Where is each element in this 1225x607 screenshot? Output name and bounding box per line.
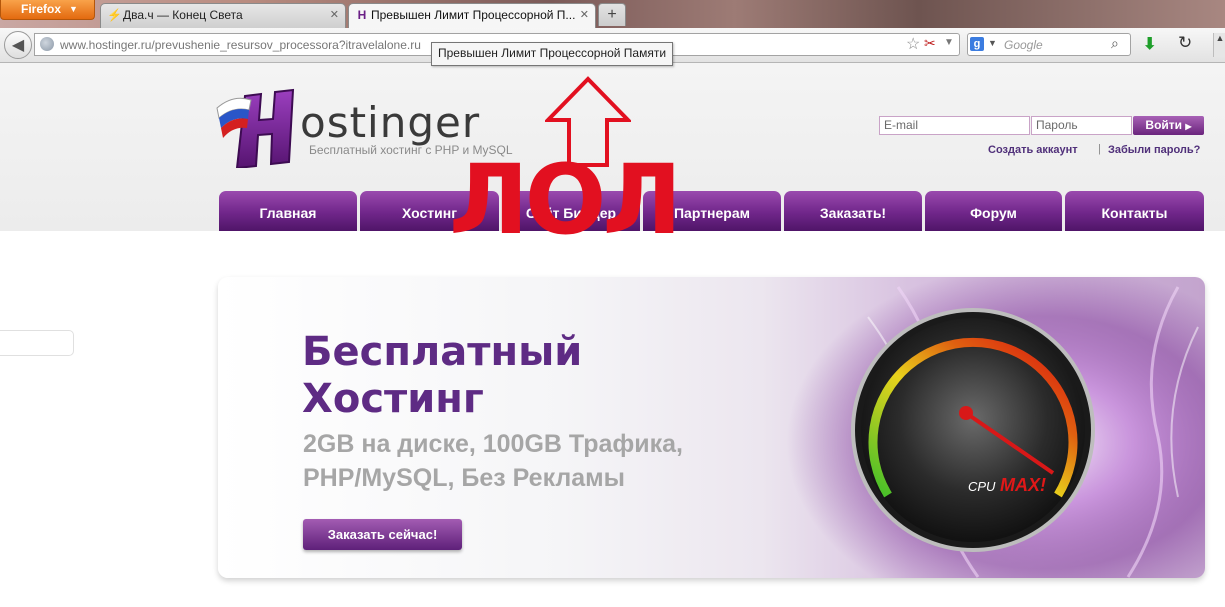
firefox-menu-button[interactable]: Firefox ▼ [0,0,95,20]
new-tab-button[interactable]: + [598,3,626,26]
search-icon[interactable]: ⌕ [1111,35,1119,52]
password-field[interactable]: Пароль [1031,116,1132,135]
nav-item-order[interactable]: Заказать! [784,191,922,231]
side-panel [0,330,74,356]
banner-subtitle-line1: 2GB на диске, 100GB Трафика, [303,430,684,458]
search-input[interactable]: Google [1004,38,1043,52]
nav-item-contacts[interactable]: Контакты [1065,191,1204,231]
link-separator: | [1098,143,1101,155]
back-button[interactable]: ◀ [4,31,32,59]
login-button[interactable]: Войти ▶ [1133,116,1204,135]
nav-item-home[interactable]: Главная [219,191,357,231]
url-text[interactable]: www.hostinger.ru/prevushenie_resursov_pr… [60,38,421,52]
reload-icon[interactable]: ↻ [1178,33,1192,53]
create-account-link[interactable]: Создать аккаунт [988,144,1078,156]
overlay-lol-text: ЛОЛ [449,144,682,256]
gauge-cpu-label: CPU [968,479,996,494]
tab-title: Два.ч — Конец Света [123,8,243,22]
banner-subtitle-line2: PHP/MySQL, Без Рекламы [303,464,626,492]
google-icon[interactable]: g [970,37,984,51]
url-host: www.hostinger.ru [60,38,152,52]
logo-wordmark[interactable]: ostinger [300,98,480,147]
nav-item-forum[interactable]: Форум [925,191,1062,231]
firefox-menu-label: Firefox [21,2,62,16]
globe-icon [40,37,54,51]
arrow-right-icon: ▶ [1185,122,1192,131]
tab-hostinger[interactable]: H Превышен Лимит Процессорной П... ✕ [348,3,596,28]
order-now-button[interactable]: Заказать сейчас! [303,519,462,550]
tab-dvach[interactable]: ⚡ Два.ч — Конец Света ✕ [100,3,346,28]
url-path: /prevushenie_resursov_processora?itravel… [151,38,421,52]
tab-title: Превышен Лимит Процессорной П... [371,8,576,22]
hostinger-logo-icon[interactable] [215,86,307,168]
bookmark-star-icon[interactable]: ☆ [906,34,920,54]
forgot-password-link[interactable]: Забыли пароль? [1108,144,1200,156]
hostinger-favicon-icon: H [357,8,367,22]
banner-title-line1: Бесплатный [302,329,583,375]
chevron-down-icon[interactable]: ▼ [944,37,954,48]
cpu-gauge-icon: CPU MAX! [851,308,1095,552]
close-icon[interactable]: ✕ [580,4,589,27]
login-button-label: Войти [1145,118,1183,132]
close-icon[interactable]: ✕ [330,4,339,27]
email-field[interactable]: E-mail [879,116,1030,135]
scissors-icon[interactable]: ✂ [924,35,936,52]
gauge-max-label: MAX! [1000,475,1046,495]
lightning-icon: ⚡ [107,8,122,22]
tab-tooltip: Превышен Лимит Процессорной Памяти [431,42,674,66]
banner-title-line2: Хостинг [302,376,484,422]
scrollbar-up-arrow[interactable]: ▲ [1213,33,1225,57]
chevron-down-icon[interactable]: ▼ [988,38,997,48]
chevron-down-icon: ▼ [69,4,78,14]
download-icon[interactable]: ⬇ [1143,34,1156,54]
